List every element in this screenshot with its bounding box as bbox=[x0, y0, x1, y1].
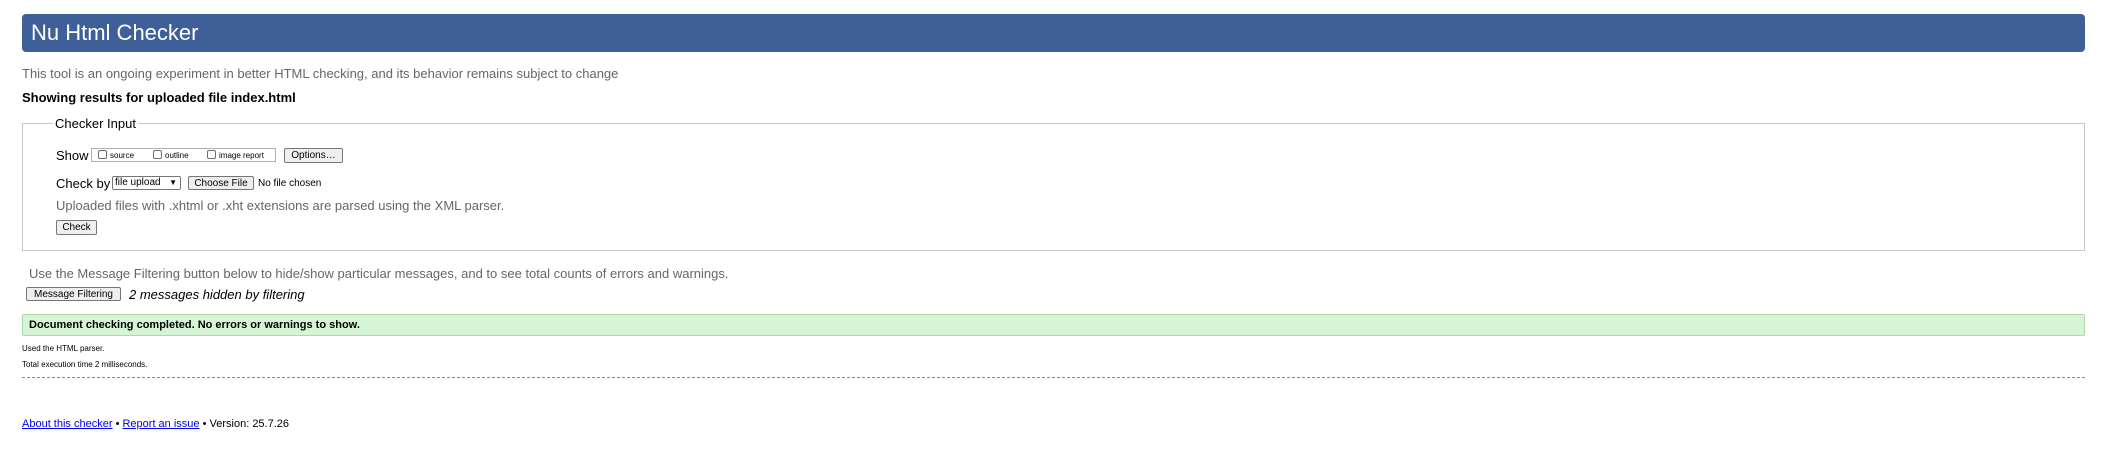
source-checkbox[interactable] bbox=[98, 150, 107, 159]
outline-checkbox-label: outline bbox=[165, 151, 189, 160]
report-issue-link[interactable]: Report an issue bbox=[122, 418, 199, 430]
checker-page: Nu Html Checker This tool is an ongoing … bbox=[0, 0, 2108, 459]
message-filtering-button[interactable]: Message Filtering bbox=[26, 287, 121, 301]
footer-separator: • bbox=[202, 418, 207, 430]
footer: About this checker • Report an issue • V… bbox=[22, 418, 289, 430]
execution-time-detail: Total execution time 2 milliseconds. bbox=[22, 360, 148, 369]
check-by-label: Check by bbox=[56, 176, 111, 191]
page-title: Nu Html Checker bbox=[31, 20, 199, 45]
results-heading: Showing results for uploaded file index.… bbox=[22, 90, 296, 105]
parser-detail: Used the HTML parser. bbox=[22, 344, 105, 353]
chevron-down-icon: ▼ bbox=[169, 178, 177, 187]
about-checker-link[interactable]: About this checker bbox=[22, 418, 113, 430]
check-button[interactable]: Check bbox=[56, 220, 97, 235]
separator-line bbox=[22, 377, 2085, 378]
header-bar: Nu Html Checker bbox=[22, 14, 2085, 52]
no-file-chosen-text: No file chosen bbox=[258, 178, 322, 189]
outline-checkbox[interactable] bbox=[153, 150, 162, 159]
checker-input-fieldset: Checker Input bbox=[22, 116, 2085, 251]
image-report-checkbox[interactable] bbox=[207, 150, 216, 159]
xml-parser-note: Uploaded files with .xhtml or .xht exten… bbox=[56, 198, 505, 213]
success-message: Document checking completed. No errors o… bbox=[22, 314, 2085, 336]
hidden-messages-count: 2 messages hidden by filtering bbox=[129, 287, 305, 302]
check-by-select-value: file upload bbox=[115, 177, 161, 188]
message-filtering-note: Use the Message Filtering button below t… bbox=[29, 266, 729, 281]
show-label: Show bbox=[56, 148, 89, 163]
checker-input-legend: Checker Input bbox=[55, 116, 136, 131]
source-checkbox-label: source bbox=[110, 151, 135, 160]
options-button[interactable]: Options… bbox=[284, 148, 343, 163]
intro-text: This tool is an ongoing experiment in be… bbox=[22, 66, 619, 81]
image-report-checkbox-label: image report bbox=[219, 151, 264, 160]
footer-separator: • bbox=[115, 418, 120, 430]
choose-file-button[interactable]: Choose File bbox=[188, 176, 254, 190]
check-by-select[interactable]: file upload ▼ bbox=[112, 176, 181, 190]
version-text: Version: 25.7.26 bbox=[209, 418, 290, 430]
